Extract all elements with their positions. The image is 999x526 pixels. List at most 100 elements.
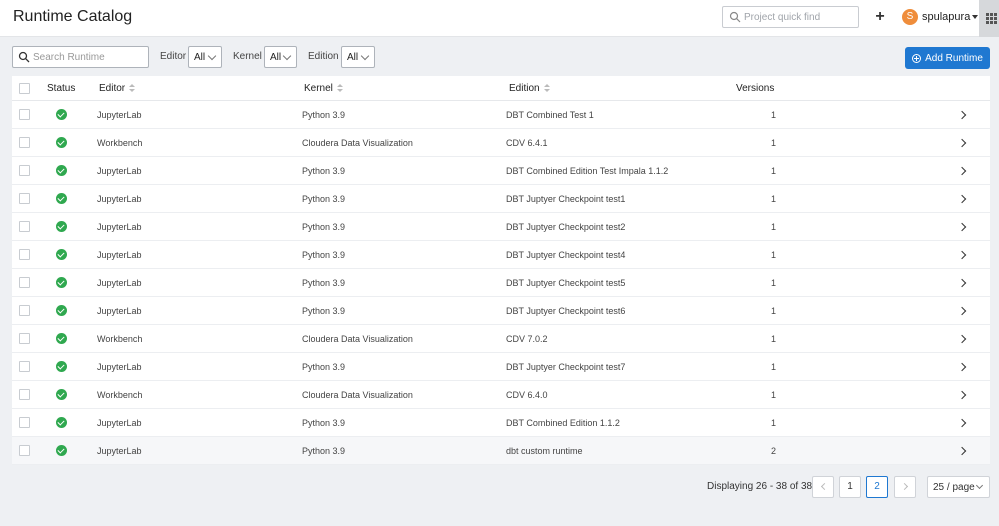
edition-cell: DBT Combined Edition 1.1.2 <box>506 418 620 428</box>
row-checkbox[interactable] <box>19 417 30 428</box>
kernel-cell: Python 3.9 <box>302 306 346 316</box>
versions-cell: 1 <box>771 194 777 204</box>
app-grid-button[interactable] <box>979 0 999 37</box>
chevron-down-icon <box>360 51 370 61</box>
row-checkbox[interactable] <box>19 193 30 204</box>
status-ok-icon <box>56 109 67 120</box>
status-ok-icon <box>56 193 67 204</box>
chevron-right-icon[interactable] <box>957 250 967 260</box>
page-1-button[interactable]: 1 <box>839 476 861 498</box>
project-quick-find[interactable] <box>722 6 859 28</box>
kernel-filter-label: Kernel <box>233 51 262 62</box>
editor-filter-select[interactable]: All <box>188 46 222 68</box>
kernel-filter-select[interactable]: All <box>264 46 297 68</box>
chevron-right-icon[interactable] <box>957 194 967 204</box>
prev-page-button[interactable] <box>812 476 834 498</box>
chevron-left-icon <box>820 482 828 491</box>
username: spulapura <box>922 11 971 23</box>
chevron-right-icon[interactable] <box>957 446 967 456</box>
grid-icon <box>986 13 997 24</box>
column-header-status: Status <box>47 83 76 94</box>
versions-cell: 1 <box>771 138 777 148</box>
table-row[interactable]: JupyterLab Python 3.9 dbt custom runtime 2 <box>12 437 990 465</box>
chevron-right-icon[interactable] <box>957 418 967 428</box>
chevron-right-icon[interactable] <box>957 306 967 316</box>
row-checkbox[interactable] <box>19 109 30 120</box>
table-row[interactable]: JupyterLab Python 3.9 DBT Juptyer Checkpoi… <box>12 353 990 381</box>
edition-cell: DBT Juptyer Checkpoint test1 <box>506 194 626 204</box>
row-checkbox[interactable] <box>19 305 30 316</box>
page-size-value: 25 / page <box>933 482 975 493</box>
edition-cell: DBT Juptyer Checkpoint test6 <box>506 306 626 316</box>
edition-cell: DBT Juptyer Checkpoint test4 <box>506 250 626 260</box>
table-row[interactable]: JupyterLab Python 3.9 DBT Combined Test 1 1 <box>12 101 990 129</box>
status-ok-icon <box>56 445 67 456</box>
chevron-right-icon[interactable] <box>957 138 967 148</box>
status-ok-icon <box>56 417 67 428</box>
editor-cell: JupyterLab <box>97 306 142 316</box>
editor-cell: Workbench <box>97 390 143 400</box>
status-ok-icon <box>56 221 67 232</box>
user-menu[interactable]: S spulapura <box>902 8 979 26</box>
row-checkbox[interactable] <box>19 333 30 344</box>
versions-cell: 1 <box>771 278 777 288</box>
status-ok-icon <box>56 277 67 288</box>
edition-cell: CDV 6.4.0 <box>506 390 548 400</box>
column-header-kernel[interactable]: Kernel <box>304 83 343 94</box>
chevron-right-icon[interactable] <box>957 334 967 344</box>
row-checkbox[interactable] <box>19 277 30 288</box>
avatar: S <box>902 9 918 25</box>
chevron-right-icon[interactable] <box>957 278 967 288</box>
chevron-right-icon[interactable] <box>957 362 967 372</box>
top-bar: Runtime Catalog + S spulapura <box>0 0 999 37</box>
row-checkbox[interactable] <box>19 137 30 148</box>
chevron-right-icon <box>900 482 908 491</box>
table-row[interactable]: JupyterLab Python 3.9 DBT Juptyer Checkpoi… <box>12 241 990 269</box>
editor-cell: JupyterLab <box>97 222 142 232</box>
add-runtime-button[interactable]: Add Runtime <box>905 47 990 69</box>
select-all-checkbox[interactable] <box>19 83 30 94</box>
chevron-right-icon[interactable] <box>957 110 967 120</box>
editor-cell: Workbench <box>97 138 143 148</box>
chevron-down-icon <box>207 51 217 61</box>
add-runtime-label: Add Runtime <box>925 52 983 64</box>
versions-cell: 1 <box>771 334 777 344</box>
versions-cell: 1 <box>771 306 777 316</box>
column-header-editor[interactable]: Editor <box>99 83 136 94</box>
pagination-summary: Displaying 26 - 38 of 38 <box>707 481 813 492</box>
table-row[interactable]: JupyterLab Python 3.9 DBT Juptyer Checkpoi… <box>12 213 990 241</box>
search-runtime-input[interactable] <box>33 49 145 65</box>
edition-filter-value: All <box>347 52 359 63</box>
search-runtime[interactable] <box>12 46 149 68</box>
status-ok-icon <box>56 137 67 148</box>
row-checkbox[interactable] <box>19 221 30 232</box>
table-row[interactable]: Workbench Cloudera Data Visualization CDV … <box>12 129 990 157</box>
kernel-cell: Python 3.9 <box>302 166 346 176</box>
chevron-right-icon[interactable] <box>957 166 967 176</box>
table-row[interactable]: Workbench Cloudera Data Visualization CDV … <box>12 381 990 409</box>
page-2-button[interactable]: 2 <box>866 476 888 498</box>
row-checkbox[interactable] <box>19 361 30 372</box>
table-row[interactable]: JupyterLab Python 3.9 DBT Juptyer Checkpoi… <box>12 269 990 297</box>
table-row[interactable]: JupyterLab Python 3.9 DBT Combined Edition… <box>12 157 990 185</box>
edition-cell: DBT Juptyer Checkpoint test7 <box>506 362 626 372</box>
chevron-right-icon[interactable] <box>957 222 967 232</box>
column-header-edition[interactable]: Edition <box>509 83 550 94</box>
edition-filter-select[interactable]: All <box>341 46 375 68</box>
table-row[interactable]: JupyterLab Python 3.9 DBT Combined Edition… <box>12 409 990 437</box>
project-quick-find-input[interactable] <box>744 9 854 25</box>
page-size-select[interactable]: 25 / page <box>927 476 990 498</box>
table-row[interactable]: JupyterLab Python 3.9 DBT Juptyer Checkpoi… <box>12 297 990 325</box>
edition-cell: DBT Juptyer Checkpoint test2 <box>506 222 626 232</box>
row-checkbox[interactable] <box>19 389 30 400</box>
versions-cell: 1 <box>771 166 777 176</box>
add-icon[interactable]: + <box>873 7 887 27</box>
table-row[interactable]: JupyterLab Python 3.9 DBT Juptyer Checkpoi… <box>12 185 990 213</box>
next-page-button[interactable] <box>894 476 916 498</box>
table-row[interactable]: Workbench Cloudera Data Visualization CDV … <box>12 325 990 353</box>
row-checkbox[interactable] <box>19 165 30 176</box>
kernel-cell: Python 3.9 <box>302 446 346 456</box>
chevron-right-icon[interactable] <box>957 390 967 400</box>
row-checkbox[interactable] <box>19 445 30 456</box>
row-checkbox[interactable] <box>19 249 30 260</box>
